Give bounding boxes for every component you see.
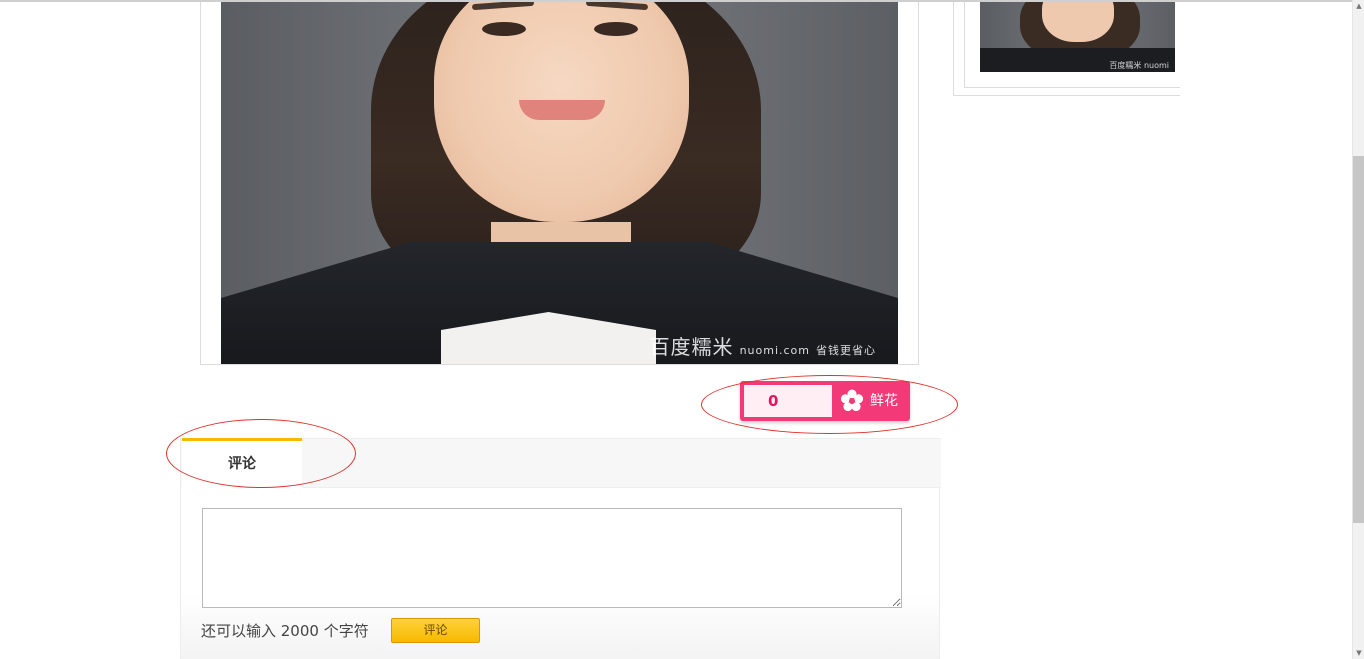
thumbnail-watermark: 百度糯米 nuomi — [1109, 61, 1169, 70]
comment-textarea[interactable] — [202, 508, 902, 608]
photo-watermark: 百度糯米 nuomi.com 省钱更省心 — [650, 331, 876, 360]
photo-brow — [471, 2, 535, 11]
arrow-down-icon[interactable]: ▼ — [1353, 647, 1364, 659]
arrow-up-icon[interactable]: ▲ — [1353, 0, 1364, 12]
vertical-scrollbar[interactable]: ▲ ▼ — [1352, 0, 1364, 659]
submit-comment-button[interactable]: 评论 — [391, 618, 480, 643]
annotation-ellipse-flower — [701, 375, 958, 434]
char-remaining-hint: 还可以输入 2000 个字符 — [201, 622, 369, 640]
main-photo[interactable]: 百度糯米 nuomi.com 省钱更省心 — [221, 2, 898, 364]
watermark-brand: 百度糯米 — [649, 335, 734, 359]
photo-mouth — [519, 100, 605, 120]
photo-eye — [594, 22, 638, 36]
annotation-ellipse-comment-tab — [166, 419, 356, 488]
thumbnail-photo[interactable]: 百度糯米 nuomi — [980, 2, 1175, 72]
watermark-site: nuomi.com — [739, 344, 810, 357]
watermark-slogan: 省钱更省心 — [816, 344, 876, 357]
photo-face — [434, 2, 689, 222]
main-photo-frame: 百度糯米 nuomi.com 省钱更省心 — [200, 2, 919, 365]
thumbnail-frame-inner: 百度糯米 nuomi — [964, 2, 1180, 88]
thumbnail-frame-outer: 百度糯米 nuomi — [953, 2, 1180, 96]
scrollbar-thumb[interactable] — [1353, 156, 1364, 523]
photo-brow — [585, 2, 649, 11]
photo-eye — [482, 22, 526, 36]
